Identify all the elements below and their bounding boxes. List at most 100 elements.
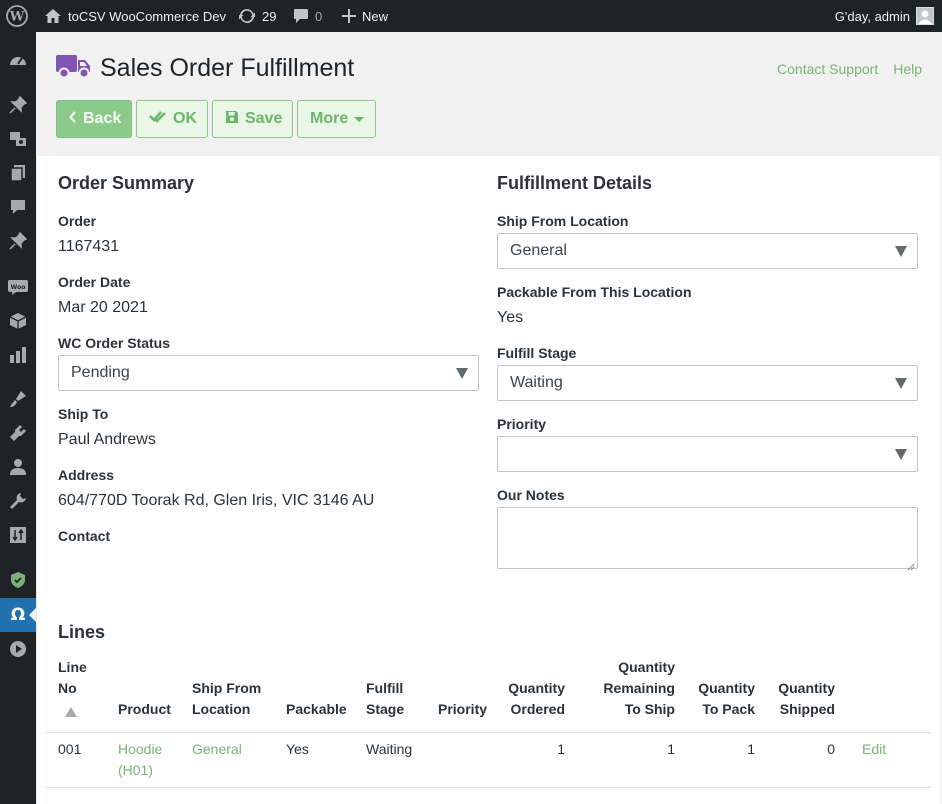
table-divider (46, 732, 931, 733)
priority-label: Priority (497, 416, 547, 432)
col-packable-header[interactable]: Packable (286, 699, 347, 720)
order-date-label: Order Date (58, 274, 131, 290)
avatar (916, 7, 934, 25)
select-caret-icon (895, 449, 907, 460)
action-toolbar: Back OK Save More (56, 100, 376, 138)
header-line-1: Ship From (192, 680, 262, 696)
header-line-2: Shipped (779, 701, 835, 717)
header-line-2: To Pack (702, 701, 755, 717)
analytics-icon[interactable] (0, 338, 36, 372)
tools-icon[interactable] (0, 484, 36, 518)
save-button[interactable]: Save (212, 100, 293, 138)
ship-from-link[interactable]: General (192, 739, 242, 760)
our-notes-textarea[interactable] (497, 507, 918, 571)
col-qty-ordered-header[interactable]: Quantity Ordered (495, 678, 565, 720)
import-export-icon[interactable] (0, 518, 36, 552)
home-icon (44, 8, 62, 24)
admin-bar: W toCSV WooCommerce Dev 29 0 New G'day, … (0, 0, 942, 32)
header-line-1: Fulfill (366, 680, 404, 696)
wc-order-status-value: Pending (71, 364, 130, 381)
site-name-link[interactable]: toCSV WooCommerce Dev (44, 0, 226, 32)
cell-qty-to-pack: 1 (747, 741, 755, 757)
plus-icon (342, 9, 356, 23)
cell-qty-ordered: 1 (557, 741, 565, 757)
ship-from-location-select[interactable]: General (497, 233, 918, 269)
address-value: 604/770D Toorak Rd, Glen Iris, VIC 3146 … (58, 492, 375, 509)
pin-icon[interactable] (0, 224, 36, 258)
fulfill-stage-select[interactable]: Waiting (497, 365, 918, 401)
header-line-3: To Ship (624, 701, 675, 717)
pages-icon[interactable] (0, 156, 36, 190)
woocommerce-icon[interactable]: Woo (0, 270, 36, 304)
comments-count: 0 (315, 8, 323, 24)
svg-text:W: W (9, 10, 25, 25)
header-line-1: Quantity (698, 680, 755, 696)
header-line-2: Stage (366, 701, 405, 717)
col-qty-remaining-header[interactable]: Quantity Remaining To Ship (595, 657, 675, 720)
fulfill-stage-value: Waiting (510, 374, 563, 391)
cell-qty-shipped: 0 (827, 741, 835, 757)
resize-grip-icon[interactable] (907, 558, 915, 571)
dashboard-icon[interactable] (0, 44, 36, 78)
title-row: Sales Order Fulfillment (56, 52, 354, 85)
product-name: Hoodie (118, 741, 163, 757)
sort-ascending-icon (58, 699, 87, 723)
col-qty-to-pack-header[interactable]: Quantity To Pack (685, 678, 755, 720)
edit-line-link[interactable]: Edit (862, 739, 886, 760)
col-fulfill-stage-header[interactable]: Fulfill Stage (366, 678, 404, 720)
col-ship-from-header[interactable]: Ship From Location (192, 678, 261, 720)
site-name-label: toCSV WooCommerce Dev (68, 8, 226, 24)
double-check-icon (149, 110, 167, 129)
ship-from-location-label: Ship From Location (497, 213, 629, 229)
play-icon[interactable] (0, 632, 36, 666)
col-line-no-header[interactable]: Line No (58, 657, 87, 723)
security-icon[interactable] (0, 563, 36, 597)
product-sku: (H01) (118, 762, 154, 778)
wc-order-status-label: WC Order Status (58, 335, 171, 351)
packable-value: Yes (497, 309, 524, 326)
pin-icon[interactable] (0, 88, 36, 122)
comments-link[interactable]: 0 (293, 0, 322, 32)
header-line-2: Location (192, 701, 251, 717)
ok-button[interactable]: OK (136, 100, 208, 138)
my-account-link[interactable]: G'day, admin (835, 0, 934, 32)
comments-icon[interactable] (0, 190, 36, 224)
fulfill-stage-label: Fulfill Stage (497, 345, 577, 361)
priority-select[interactable] (497, 436, 918, 472)
svg-text:Woo: Woo (11, 284, 26, 291)
col-priority-header[interactable]: Priority (438, 699, 487, 720)
back-button[interactable]: Back (56, 100, 132, 138)
users-icon[interactable] (0, 450, 36, 484)
media-icon[interactable] (0, 122, 36, 156)
cell-qty-remaining: 1 (667, 741, 675, 757)
wordpress-logo-icon[interactable]: W (6, 0, 30, 32)
new-content-link[interactable]: New (342, 0, 388, 32)
updates-link[interactable]: 29 (238, 0, 276, 32)
col-qty-shipped-header[interactable]: Quantity Shipped (765, 678, 835, 720)
header-line-1: Quantity (508, 680, 565, 696)
ok-label: OK (173, 110, 197, 127)
omega-icon[interactable]: Ω (0, 598, 36, 632)
save-label: Save (245, 110, 283, 127)
products-icon[interactable] (0, 304, 36, 338)
col-product-header[interactable]: Product (118, 699, 171, 720)
truck-icon (56, 52, 92, 85)
lines-title: Lines (58, 622, 106, 642)
select-caret-icon (456, 368, 468, 379)
contact-support-link[interactable]: Contact Support (777, 61, 878, 77)
help-link[interactable]: Help (893, 61, 922, 77)
plugins-icon[interactable] (0, 416, 36, 450)
order-summary-title: Order Summary (58, 173, 195, 193)
cell-fulfill-stage: Waiting (366, 741, 413, 757)
order-panel: Order Summary Order 1167431 Order Date M… (36, 156, 940, 804)
product-link[interactable]: Hoodie (H01) (118, 739, 162, 781)
header-line-2: Ordered (510, 701, 565, 717)
wc-order-status-select[interactable]: Pending (58, 355, 479, 391)
header-links: Contact Support Help (777, 61, 922, 77)
more-dropdown-button[interactable]: More (297, 100, 376, 138)
table-divider (46, 787, 931, 788)
fulfillment-details-title: Fulfillment Details (497, 173, 653, 193)
updates-count: 29 (262, 8, 277, 24)
page-title: Sales Order Fulfillment (100, 54, 355, 82)
appearance-icon[interactable] (0, 382, 36, 416)
